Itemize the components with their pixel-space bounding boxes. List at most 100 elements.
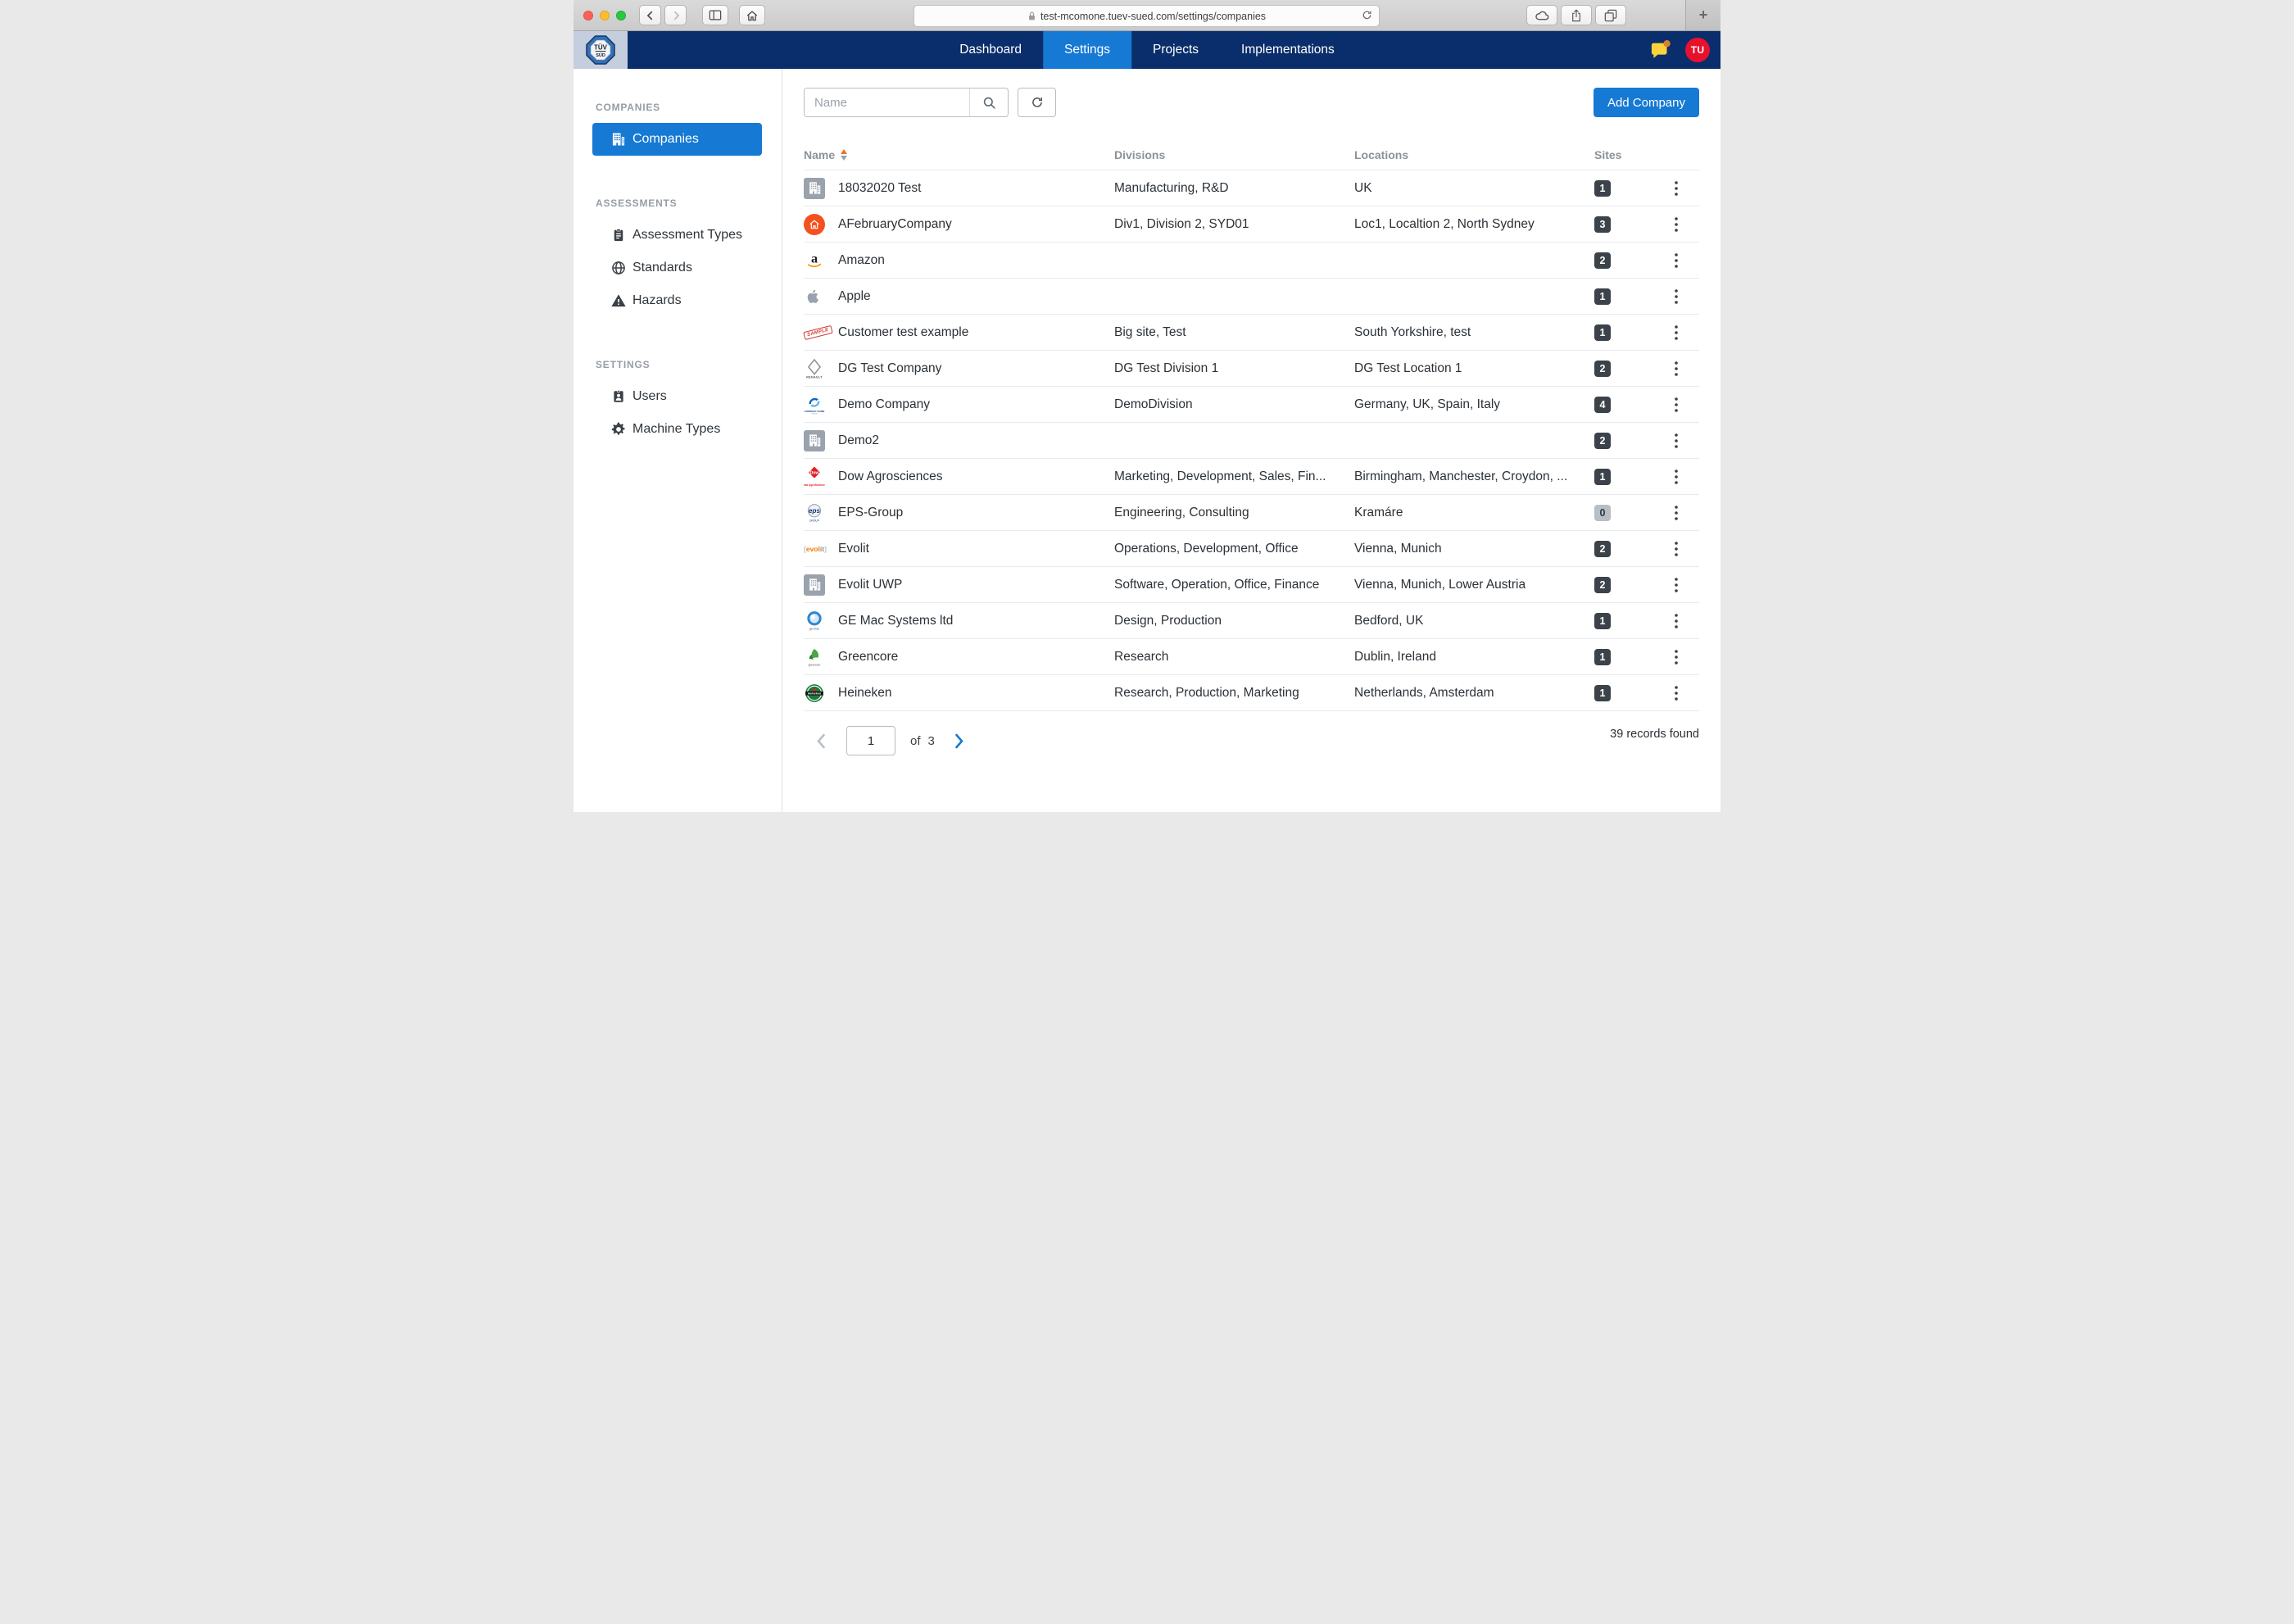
row-menu-button[interactable] <box>1669 322 1684 343</box>
row-menu-button[interactable] <box>1669 178 1684 199</box>
user-avatar[interactable]: TU <box>1685 38 1710 62</box>
svg-text:a: a <box>811 251 818 265</box>
sidebar-item-companies[interactable]: Companies <box>592 123 762 156</box>
table-row[interactable]: Evolit UWPSoftware, Operation, Office, F… <box>804 567 1699 603</box>
row-menu-button[interactable] <box>1669 574 1684 596</box>
sites-badge: 2 <box>1594 361 1611 377</box>
divisions-cell: Div1, Division 2, SYD01 <box>1114 217 1354 232</box>
add-company-button[interactable]: Add Company <box>1594 88 1699 117</box>
locations-cell: South Yorkshire, test <box>1354 325 1594 340</box>
row-menu-button[interactable] <box>1669 466 1684 488</box>
row-menu-button[interactable] <box>1669 538 1684 560</box>
next-page-button[interactable] <box>954 733 964 749</box>
column-header-locations: Locations <box>1354 148 1594 161</box>
table-row[interactable]: HeinekenHeinekenResearch, Production, Ma… <box>804 675 1699 711</box>
page-of-label: of <box>910 734 921 748</box>
table-row[interactable]: [evolit]EvolitOperations, Development, O… <box>804 531 1699 567</box>
share-button[interactable] <box>1561 5 1592 25</box>
table-row[interactable]: aAmazon2 <box>804 243 1699 279</box>
table-row[interactable]: AFebruaryCompanyDiv1, Division 2, SYD01L… <box>804 206 1699 243</box>
row-menu-button[interactable] <box>1669 214 1684 235</box>
window-controls <box>583 11 626 20</box>
building-icon <box>610 131 627 147</box>
sidebar-item-label: Machine Types <box>632 422 720 437</box>
column-header-name[interactable]: Name <box>804 148 1114 161</box>
row-menu-button[interactable] <box>1669 250 1684 271</box>
close-window-button[interactable] <box>583 11 593 20</box>
tab-overview-button[interactable] <box>1595 5 1626 25</box>
sites-badge: 0 <box>1594 505 1611 521</box>
records-count: 39 records found <box>1610 728 1699 741</box>
company-name: Demo2 <box>838 433 1114 448</box>
page-number-input[interactable] <box>846 726 895 755</box>
table-row[interactable]: DowDow AgroSciencesDow AgrosciencesMarke… <box>804 459 1699 495</box>
table-row[interactable]: epsGROUPEPS-GroupEngineering, Consulting… <box>804 495 1699 531</box>
tabs-icon <box>1604 9 1617 22</box>
sites-badge: 1 <box>1594 469 1611 485</box>
chevron-left-icon <box>645 10 656 21</box>
nav-item-projects[interactable]: Projects <box>1131 31 1220 69</box>
forward-button[interactable] <box>664 5 687 25</box>
minimize-window-button[interactable] <box>600 11 610 20</box>
table-row[interactable]: COMPANY NAMEDemo CompanyDemoDivisionGerm… <box>804 387 1699 423</box>
sidebar-section-assessments: ASSESSMENTS <box>596 197 782 209</box>
row-menu-button[interactable] <box>1669 286 1684 307</box>
row-menu-button[interactable] <box>1669 683 1684 704</box>
nav-item-implementations[interactable]: Implementations <box>1220 31 1356 69</box>
address-bar[interactable]: test-mcomone.tuev-sued.com/settings/comp… <box>914 5 1380 27</box>
row-menu-button[interactable] <box>1669 610 1684 632</box>
divisions-cell: Marketing, Development, Sales, Fin... <box>1114 470 1354 484</box>
search-input[interactable] <box>805 88 969 116</box>
sort-icon <box>841 149 847 161</box>
amazon-logo: a <box>804 250 838 271</box>
app-navbar: TÜV SÜD Dashboard Settings Projects Impl… <box>574 31 1720 69</box>
table-row[interactable]: SAMPLECustomer test exampleBig site, Tes… <box>804 315 1699 351</box>
sidebar-item-label: Companies <box>632 132 699 147</box>
company-name: Heineken <box>838 686 1114 701</box>
locations-cell: Germany, UK, Spain, Italy <box>1354 397 1594 412</box>
back-button[interactable] <box>639 5 661 25</box>
svg-text:greencore: greencore <box>809 663 821 666</box>
divisions-cell: DG Test Division 1 <box>1114 361 1354 376</box>
gear-icon <box>610 421 627 438</box>
table-row[interactable]: RENAULTDG Test CompanyDG Test Division 1… <box>804 351 1699 387</box>
sidebar-item-hazards[interactable]: Hazards <box>592 284 762 317</box>
sidebar-item-standards[interactable]: Standards <box>592 252 762 284</box>
greencore-logo: greencore <box>804 646 838 668</box>
table-row[interactable]: 18032020 TestManufacturing, R&DUK1 <box>804 170 1699 206</box>
new-tab-button[interactable]: + <box>1685 0 1720 30</box>
total-pages: 3 <box>928 734 935 748</box>
search-button[interactable] <box>969 88 1008 116</box>
table-row[interactable]: Apple1 <box>804 279 1699 315</box>
table-row[interactable]: ge-macGE Mac Systems ltdDesign, Producti… <box>804 603 1699 639</box>
tuv-sud-logo[interactable]: TÜV SÜD <box>574 31 628 69</box>
row-menu-button[interactable] <box>1669 502 1684 524</box>
divisions-cell: Big site, Test <box>1114 325 1354 340</box>
zoom-window-button[interactable] <box>616 11 626 20</box>
divisions-cell: Research <box>1114 650 1354 665</box>
sites-badge: 1 <box>1594 180 1611 197</box>
user-badge-icon <box>610 388 627 405</box>
company-name: Amazon <box>838 253 1114 268</box>
evolit-logo: [evolit] <box>804 545 838 553</box>
nav-item-settings[interactable]: Settings <box>1043 31 1131 69</box>
icloud-tabs-button[interactable] <box>1526 5 1557 25</box>
nav-item-dashboard[interactable]: Dashboard <box>938 31 1043 69</box>
previous-page-button[interactable] <box>816 733 826 749</box>
row-menu-button[interactable] <box>1669 394 1684 415</box>
eps-logo: epsGROUP <box>804 502 838 524</box>
sidebar-toggle-button[interactable] <box>702 5 728 25</box>
table-row[interactable]: greencoreGreencoreResearchDublin, Irelan… <box>804 639 1699 675</box>
sidebar-item-users[interactable]: Users <box>592 380 762 413</box>
row-menu-button[interactable] <box>1669 358 1684 379</box>
locations-cell: Loc1, Localtion 2, North Sydney <box>1354 217 1594 232</box>
feedback-button[interactable] <box>1649 39 1671 61</box>
page-reload-icon[interactable] <box>1361 9 1373 24</box>
refresh-button[interactable] <box>1018 88 1056 117</box>
sidebar-item-machine-types[interactable]: Machine Types <box>592 413 762 446</box>
table-row[interactable]: Demo22 <box>804 423 1699 459</box>
row-menu-button[interactable] <box>1669 646 1684 668</box>
row-menu-button[interactable] <box>1669 430 1684 451</box>
home-button[interactable] <box>739 5 765 25</box>
sidebar-item-assessment-types[interactable]: Assessment Types <box>592 219 762 252</box>
